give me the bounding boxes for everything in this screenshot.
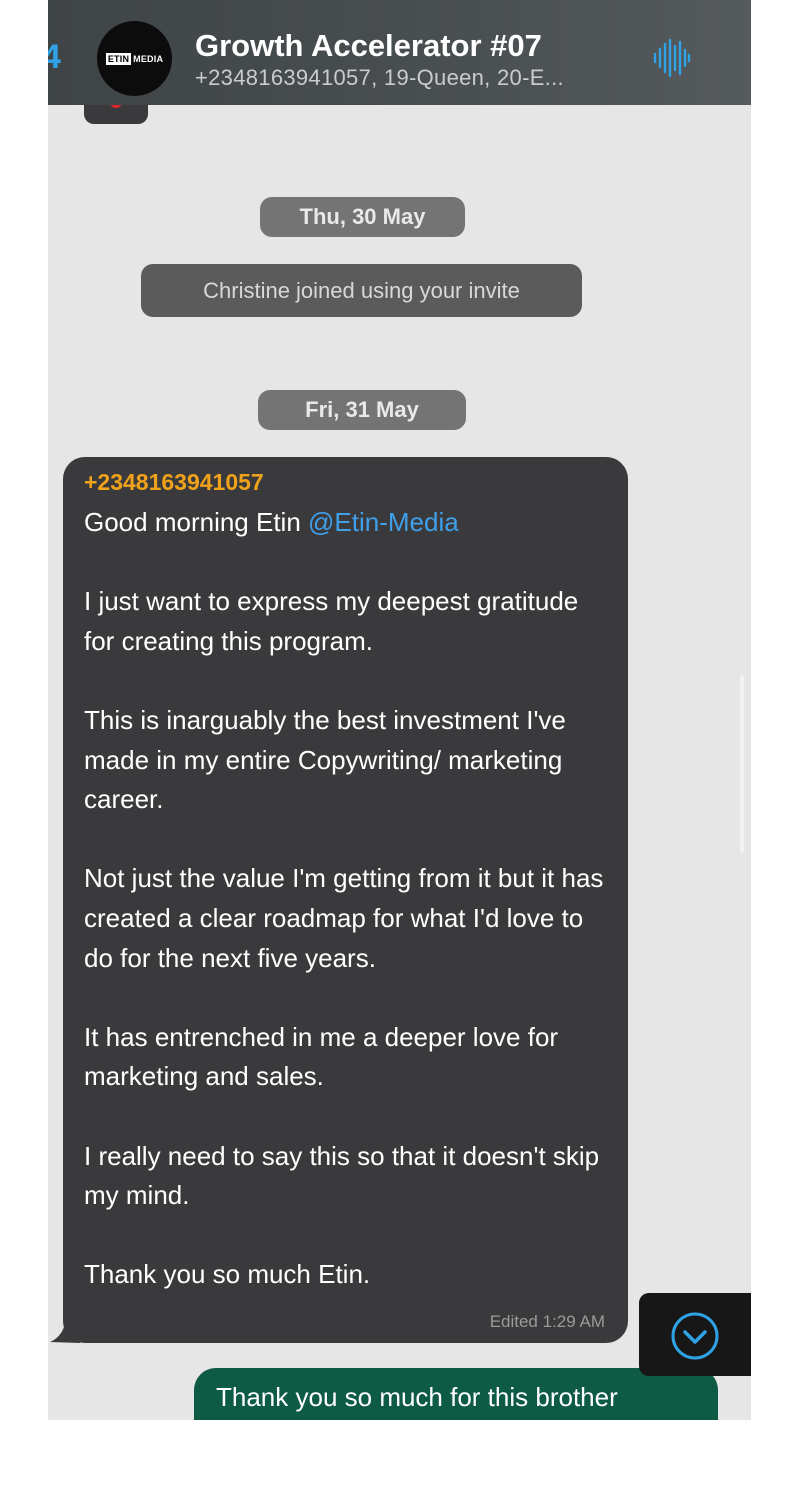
incoming-message-bubble[interactable]: +2348163941057 Good morning Etin @Etin-M…: [63, 457, 628, 1343]
scroll-to-bottom-button[interactable]: [639, 1293, 751, 1376]
chat-screen: 4 ETIN MEDIA Growth Accelerator #07 +234…: [48, 0, 751, 1420]
message-paragraph: I just want to express my deepest gratit…: [84, 586, 579, 656]
message-sender[interactable]: +2348163941057: [84, 469, 264, 496]
chevron-down-circle-icon: [671, 1312, 719, 1360]
avatar-logo-box: ETIN: [105, 52, 132, 65]
back-button[interactable]: 4: [48, 38, 61, 77]
avatar-logo-word: MEDIA: [133, 53, 164, 64]
group-avatar-logo: ETIN MEDIA: [105, 52, 164, 65]
message-paragraph: I really need to say this so that it doe…: [84, 1140, 600, 1211]
group-title[interactable]: Growth Accelerator #07: [195, 28, 542, 64]
message-text: Good morning Etin @Etin-Media I just wan…: [84, 503, 614, 1295]
group-avatar[interactable]: ETIN MEDIA: [97, 21, 172, 96]
date-separator: Fri, 31 May: [258, 390, 466, 430]
message-paragraph: Not just the value I'm getting from it b…: [84, 863, 604, 973]
audio-wave-icon[interactable]: [652, 38, 692, 78]
message-paragraph: It has entrenched in me a deeper love fo…: [84, 1021, 559, 1092]
scroll-indicator[interactable]: [740, 675, 744, 853]
message-timestamp: Edited 1:29 AM: [489, 1312, 605, 1331]
message-paragraph: This is inarguably the best investment I…: [84, 704, 566, 815]
outgoing-message-bubble[interactable]: Thank you so much for this brother: [194, 1368, 718, 1420]
mention-link[interactable]: @Etin-Media: [308, 507, 459, 537]
outgoing-message-text: Thank you so much for this brother: [216, 1382, 618, 1412]
chat-header: 4 ETIN MEDIA Growth Accelerator #07 +234…: [48, 0, 751, 105]
date-separator: Thu, 30 May: [260, 197, 465, 237]
system-message: Christine joined using your invite: [141, 264, 582, 317]
group-members-subtitle[interactable]: +2348163941057, 19-Queen, 20-E...: [195, 65, 564, 91]
message-paragraph: Thank you so much Etin.: [84, 1259, 371, 1290]
message-paragraph: Good morning Etin @Etin-Media: [84, 503, 614, 543]
greeting-text: Good morning Etin: [84, 507, 309, 537]
